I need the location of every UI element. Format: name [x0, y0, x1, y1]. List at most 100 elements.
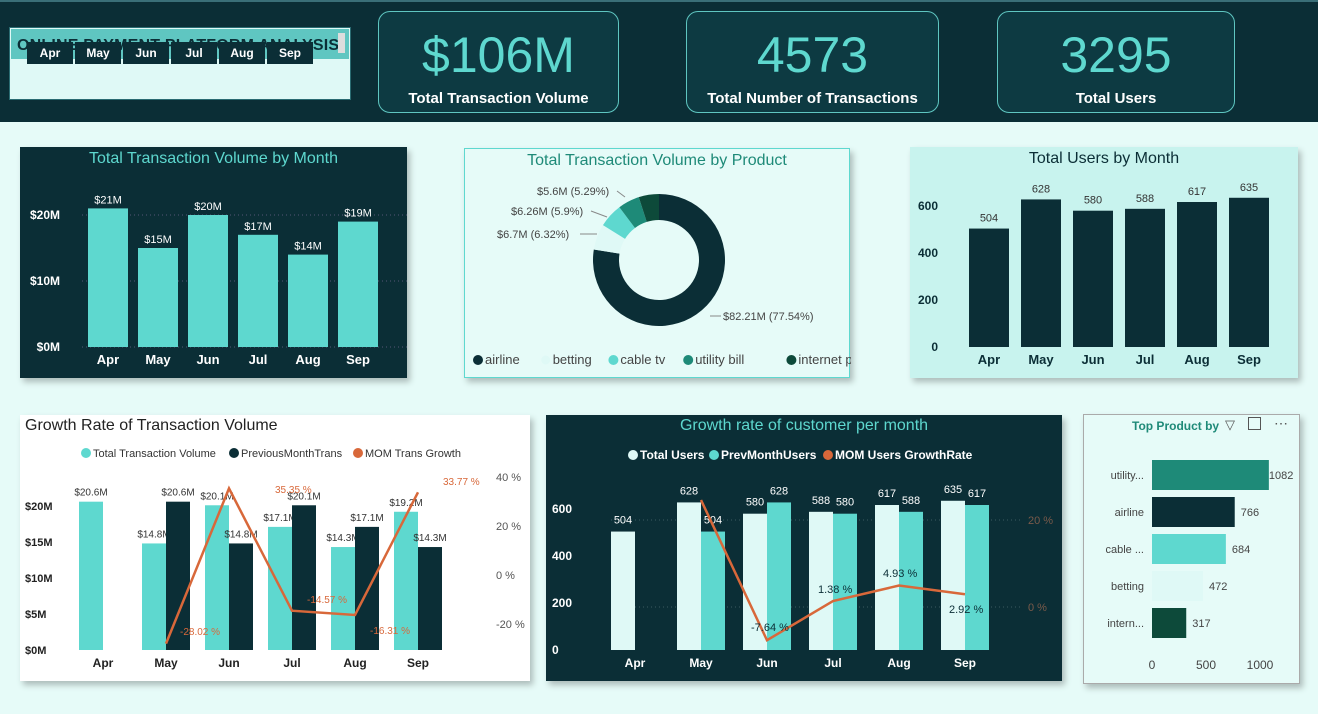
- data-label: $14.8M: [137, 529, 170, 540]
- bar: [701, 531, 725, 650]
- data-label: 580: [1084, 195, 1102, 207]
- bar: [229, 543, 253, 650]
- legend-marker: [81, 448, 91, 458]
- kpi-label: Total Transaction Volume: [408, 90, 589, 107]
- x-tick-label: Jun: [218, 656, 239, 670]
- month-button-sep[interactable]: Sep: [267, 42, 313, 64]
- chart-svg: $82.21M (77.54%) $6.7M (6.32%) $6.26M (5.9…: [473, 186, 851, 367]
- legend-label: cable tv: [620, 352, 665, 367]
- x-tick-label: Jul: [1136, 352, 1155, 367]
- legend-label: MOM Trans Growth: [365, 448, 461, 460]
- data-label: 580: [836, 497, 854, 509]
- bar: [1152, 534, 1226, 564]
- data-label: 588: [902, 495, 920, 507]
- bar: [899, 511, 923, 650]
- data-label: -7.64 %: [751, 622, 789, 634]
- x-tick-label: Sep: [954, 656, 976, 670]
- y-tick-label: $10M: [25, 573, 53, 585]
- x-tick-label: Aug: [1184, 352, 1209, 367]
- x-tick-label: 1000: [1247, 658, 1274, 672]
- y-tick-label: $15M: [25, 537, 53, 549]
- y-tick-label: 600: [918, 199, 938, 213]
- x-tick-label: Jul: [824, 656, 841, 670]
- x-tick-label: Sep: [346, 352, 370, 367]
- data-label: -16.31 %: [370, 626, 410, 637]
- bar: [965, 505, 989, 650]
- bar: [1125, 208, 1165, 347]
- x-tick-label: May: [145, 352, 171, 367]
- data-label: 588: [1136, 193, 1154, 205]
- bar: [1152, 497, 1235, 527]
- bar: [418, 547, 442, 650]
- bar: [809, 511, 833, 650]
- data-label: 504: [980, 213, 998, 225]
- scroll-grip[interactable]: [338, 33, 345, 53]
- y-tick-label: 400: [552, 549, 572, 563]
- y-tick-label: $20M: [30, 208, 60, 222]
- bar: [1229, 197, 1269, 347]
- chart-volume-by-product[interactable]: Total Transaction Volume by Product $82.…: [464, 148, 851, 378]
- leader-line: [616, 190, 626, 198]
- chart-growth-volume[interactable]: Growth Rate of Transaction Volume Total …: [20, 415, 530, 681]
- legend-label: airline: [485, 352, 520, 367]
- legend-label: Total Transaction Volume: [93, 448, 216, 460]
- x-tick-label: Apr: [625, 656, 646, 670]
- category-label: cable ...: [1105, 544, 1144, 556]
- x-tick-label: Jun: [196, 352, 219, 367]
- leader-line: [590, 210, 608, 218]
- chart-volume-by-month[interactable]: Total Transaction Volume by Month $0M $10…: [20, 147, 407, 378]
- x-tick-label: Sep: [407, 656, 429, 670]
- legend-label: utility bill: [695, 352, 744, 367]
- slice-label: $5.6M (5.29%): [537, 186, 609, 198]
- month-button-may[interactable]: May: [75, 42, 121, 64]
- data-label: 635: [1240, 182, 1258, 194]
- legend-marker: [786, 355, 797, 365]
- legend-marker: [823, 450, 833, 460]
- bar: [79, 501, 103, 650]
- legend-marker: [353, 448, 363, 458]
- chart-top-product[interactable]: Top Product by ▽ ⋯ utility... 1082 airline…: [1083, 414, 1300, 684]
- x-tick-label: May: [1028, 352, 1054, 367]
- chart-svg: Total Users PrevMonthUsers MOM Users Growt…: [552, 448, 1053, 670]
- chart-users-by-month[interactable]: Total Users by Month 0 200 400 600 504 Apr 628…: [910, 147, 1298, 378]
- month-button-jun[interactable]: Jun: [123, 42, 169, 64]
- month-button-apr[interactable]: Apr: [27, 42, 73, 64]
- data-label: 35.35 %: [275, 485, 312, 496]
- x-tick-label: Aug: [887, 656, 910, 670]
- data-label: $20.6M: [161, 488, 194, 499]
- legend-label: Total Users: [640, 448, 705, 462]
- x-tick-label: Aug: [343, 656, 366, 670]
- bar: [1152, 571, 1203, 601]
- kpi-value: $106M: [422, 27, 575, 83]
- bar: [1177, 202, 1217, 347]
- kpi-card-transactions: 4573 Total Number of Transactions: [686, 11, 939, 113]
- kpi-label: Total Number of Transactions: [707, 90, 918, 107]
- bar: [969, 228, 1009, 347]
- y2-tick-label: 0 %: [496, 570, 515, 582]
- chart-svg: utility... 1082 airline 766 cable ... 684 bett…: [1105, 460, 1293, 672]
- chart-svg: 0 200 400 600 504 Apr 628 May 580 Jun 588 Jul 617 Aug…: [918, 182, 1269, 367]
- data-label: 2.92 %: [949, 604, 983, 616]
- kpi-card-volume: $106M Total Transaction Volume: [378, 11, 619, 113]
- data-label: $17.1M: [350, 513, 383, 524]
- legend-marker: [540, 354, 552, 366]
- data-label: -28.02 %: [180, 627, 220, 638]
- chart-growth-users[interactable]: Growth rate of customer per month Total …: [546, 415, 1062, 681]
- y-tick-label: 600: [552, 502, 572, 516]
- data-label: 504: [614, 515, 632, 527]
- month-button-aug[interactable]: Aug: [219, 42, 265, 64]
- bar: [288, 254, 328, 347]
- month-button-jul[interactable]: Jul: [171, 42, 217, 64]
- bar: [1152, 460, 1269, 490]
- chart-svg: Total Transaction Volume PreviousMonthTra…: [25, 448, 525, 670]
- bar: [1152, 608, 1187, 638]
- legend-label: PreviousMonthTrans: [241, 448, 343, 460]
- y2-tick-label: 20 %: [1028, 515, 1053, 527]
- category-label: intern...: [1107, 618, 1144, 630]
- bar: [611, 531, 635, 650]
- legend-marker: [628, 450, 638, 460]
- y-tick-label: 200: [918, 293, 938, 307]
- x-tick-label: May: [154, 656, 178, 670]
- data-label: 317: [1192, 618, 1210, 630]
- kpi-label: Total Users: [1075, 90, 1157, 107]
